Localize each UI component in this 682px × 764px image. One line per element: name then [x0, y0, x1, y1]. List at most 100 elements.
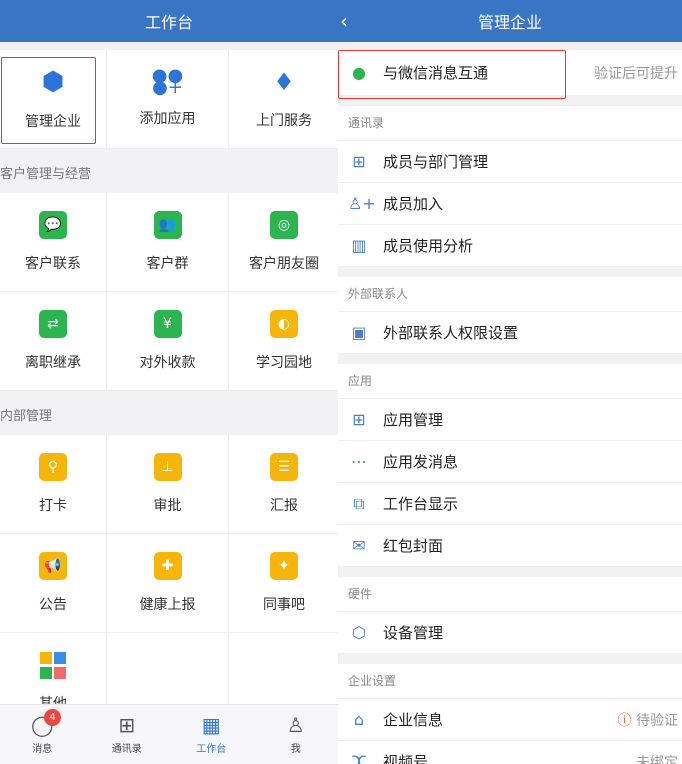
person-icon: ♙ — [286, 713, 305, 737]
label: 红包封面 — [383, 537, 444, 555]
label: 成员与部门管理 — [383, 153, 489, 171]
value: 未绑定 — [636, 754, 678, 764]
label: 上门服务 — [256, 113, 312, 129]
add-person-icon: ♙+ — [348, 194, 376, 213]
section-header: 内部管理 — [0, 399, 338, 435]
tab-contacts[interactable]: ⊞ 通讯录 — [85, 705, 170, 764]
workbench-screen: 工作台 ⬢ 管理企业 ●● ●+ 添加应用 ♦ 上门服务 客户管理与经营 💬 客户联系 👥… — [0, 0, 338, 764]
app-approval[interactable]: ⊥ 审批 — [107, 435, 229, 534]
label: 添加应用 — [139, 111, 196, 127]
cube-icon: ⬡ — [352, 623, 366, 642]
bar-chart-icon: ▥ — [351, 236, 367, 255]
tie-icon: ♦ — [273, 68, 295, 96]
label: 视频号 — [383, 753, 429, 764]
apps-icon — [39, 651, 67, 679]
header: 工作台 — [0, 0, 338, 42]
label: 外部联系人权限设置 — [383, 324, 519, 342]
label: 通讯录 — [111, 744, 142, 755]
section-header: 硬件 — [338, 577, 682, 612]
member-dept-row[interactable]: ⊞ 成员与部门管理 — [338, 141, 682, 183]
member-join-row[interactable]: ♙+ 成员加入 — [338, 183, 682, 225]
label: 企业信息 — [383, 711, 444, 729]
org-chart-icon: ⊞ — [352, 152, 366, 171]
highlight-box — [1, 57, 96, 144]
section-header: 通讯录 — [338, 106, 682, 141]
moments-icon: ◎ — [270, 211, 298, 239]
app-report[interactable]: ☰ 汇报 — [229, 435, 338, 534]
window-icon: ⧉ — [353, 493, 365, 513]
back-icon[interactable]: ‹ — [340, 9, 348, 33]
label: 对外收款 — [139, 355, 196, 371]
tab-messages[interactable]: ◯ 4 消息 — [0, 705, 85, 764]
tab-me[interactable]: ♙ 我 — [254, 705, 339, 764]
app-announcement[interactable]: 📢 公告 — [0, 534, 107, 633]
planet-icon: ◐ — [270, 310, 298, 338]
app-checkin[interactable]: ⚲ 打卡 — [0, 435, 107, 534]
header: ‹ 管理企业 — [338, 0, 682, 42]
highlight-box — [338, 50, 566, 99]
envelope-icon: ✉ — [352, 536, 366, 555]
health-icon: ✚ — [153, 552, 182, 580]
page-title: 工作台 — [144, 13, 193, 32]
app-customer-moments[interactable]: ◎ 客户朋友圈 — [229, 193, 338, 292]
app-customer-contact[interactable]: 💬 客户联系 — [0, 193, 107, 292]
device-manage-row[interactable]: ⬡ 设备管理 — [338, 612, 682, 654]
value: 待验证 — [636, 712, 678, 729]
label: 健康上报 — [139, 597, 196, 613]
manage-enterprise-screen: ‹ 管理企业 ● 与微信消息互通 验证后可提升 通讯录 ⊞ 成员与部门管理 ♙+ 成员加入… — [338, 0, 682, 764]
label: 审批 — [153, 498, 182, 514]
add-app-button[interactable]: ●● ●+ 添加应用 — [107, 50, 229, 149]
org-chart-icon: ⊞ — [118, 713, 136, 737]
grid-icon: ▦ — [201, 713, 221, 737]
yen-icon: ¥ — [153, 310, 182, 338]
group-icon: 👥 — [153, 211, 182, 239]
tab-bar: ◯ 4 消息 ⊞ 通讯录 ▦ 工作台 ♙ 我 — [0, 704, 338, 764]
label: 工作台 — [196, 744, 227, 755]
location-icon: ⚲ — [39, 453, 67, 481]
label: 应用发消息 — [383, 453, 459, 471]
member-analytics-row[interactable]: ▥ 成员使用分析 — [338, 225, 682, 267]
enterprise-info-row[interactable]: ⌂ 企业信息 ⓘ 待验证 — [338, 699, 682, 741]
report-icon: ☰ — [270, 453, 298, 481]
label: 设备管理 — [383, 624, 444, 642]
butterfly-icon: ⵋ — [351, 752, 367, 764]
label: 客户群 — [146, 256, 189, 272]
workbench-display-row[interactable]: ⧉ 工作台显示 — [338, 483, 682, 525]
app-customer-group[interactable]: 👥 客户群 — [107, 193, 229, 292]
app-learning[interactable]: ◐ 学习园地 — [229, 292, 338, 391]
home-icon: ⌂ — [353, 710, 365, 729]
chat-icon: 💬 — [39, 211, 67, 239]
label: 工作台显示 — [383, 495, 459, 513]
label: 公告 — [39, 597, 67, 613]
app-manage-row[interactable]: ⊞ 应用管理 — [338, 399, 682, 441]
label: 打卡 — [39, 498, 67, 514]
label: 客户朋友圈 — [249, 256, 319, 272]
grid-icon: ⊞ — [352, 410, 366, 429]
customer-grid: 💬 客户联系 👥 客户群 ◎ 客户朋友圈 ⇄ 离职继承 ¥ 对外收款 ◐ 学习园地 — [0, 193, 338, 391]
section-header: 外部联系人 — [338, 277, 682, 312]
app-colleague-forum[interactable]: ✦ 同事吧 — [229, 534, 338, 633]
stamp-icon: ⊥ — [153, 453, 182, 481]
page-title: 管理企业 — [477, 13, 542, 32]
transfer-icon: ⇄ — [39, 310, 67, 338]
video-channel-row[interactable]: ⵋ 视频号 未绑定 — [338, 741, 682, 764]
external-permission-row[interactable]: ▣ 外部联系人权限设置 — [338, 312, 682, 354]
app-message-row[interactable]: ⋯ 应用发消息 — [338, 441, 682, 483]
red-packet-cover-row[interactable]: ✉ 红包封面 — [338, 525, 682, 567]
community-icon: ✦ — [270, 552, 298, 580]
label: 成员加入 — [383, 195, 444, 213]
internal-grid: ⚲打卡 ⊥审批 ☰汇报 📢公告 ✚健康上报 ✦同事吧 其他 — [0, 435, 338, 732]
app-payment[interactable]: ¥ 对外收款 — [107, 292, 229, 391]
label: 应用管理 — [383, 411, 444, 429]
app-health-report[interactable]: ✚ 健康上报 — [107, 534, 229, 633]
section-header: 客户管理与经营 — [0, 157, 338, 193]
tab-workbench[interactable]: ▦ 工作台 — [169, 705, 254, 764]
app-resign-inherit[interactable]: ⇄ 离职继承 — [0, 292, 107, 391]
unread-badge: 4 — [44, 709, 61, 726]
value: 验证后可提升 — [594, 65, 678, 82]
megaphone-icon: 📢 — [39, 552, 67, 580]
add-app-icon: ●● ●+ — [151, 65, 184, 98]
section-header: 应用 — [338, 364, 682, 399]
onsite-service-button[interactable]: ♦ 上门服务 — [229, 50, 338, 149]
label: 同事吧 — [263, 597, 305, 613]
